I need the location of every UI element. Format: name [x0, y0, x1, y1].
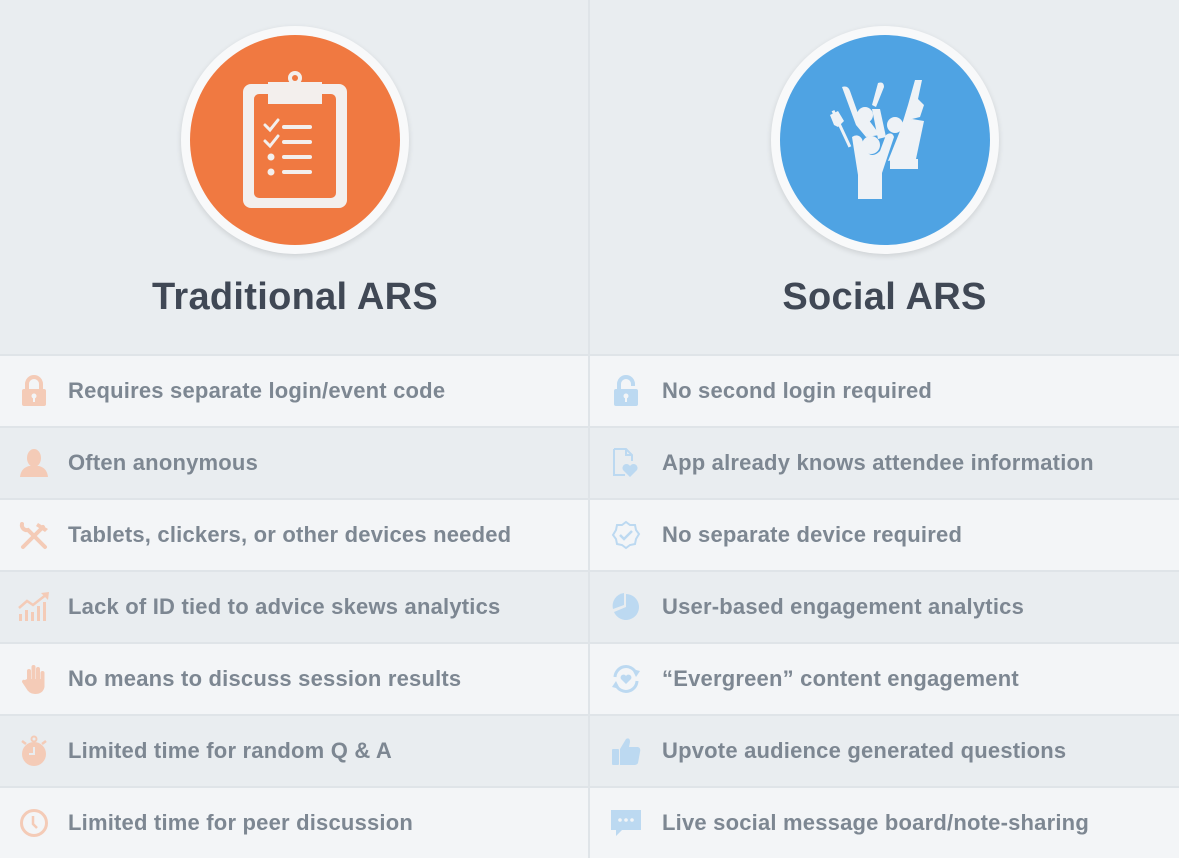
traditional-row-text: Limited time for random Q & A: [68, 738, 393, 763]
traditional-header: Traditional ARS: [0, 0, 588, 354]
document-heart-icon: [608, 445, 644, 481]
user-icon: [16, 445, 52, 481]
social-row-text: App already knows attendee information: [662, 450, 1094, 475]
thumbs-up-icon: [608, 733, 644, 769]
clock-icon: [16, 805, 52, 841]
social-row-text: No separate device required: [662, 522, 963, 547]
lock-icon: [16, 373, 52, 409]
traditional-row: Limited time for peer discussion: [0, 788, 588, 858]
social-row: Upvote audience generated questions: [590, 716, 1179, 786]
traditional-row-text: Tablets, clickers, or other devices need…: [68, 522, 512, 547]
growth-chart-icon: [16, 589, 52, 625]
traditional-row-text: Requires separate login/event code: [68, 378, 446, 403]
social-row: No second login required: [590, 356, 1179, 426]
pie-chart-icon: [608, 589, 644, 625]
social-row-text: “Evergreen” content engagement: [662, 666, 1019, 691]
traditional-row: Requires separate login/event code: [0, 356, 588, 426]
refresh-heart-icon: [608, 661, 644, 697]
social-row: No separate device required: [590, 500, 1179, 570]
clipboard-checklist-icon: [243, 71, 347, 208]
social-row: Live social message board/note-sharing: [590, 788, 1179, 858]
unlock-icon: [608, 373, 644, 409]
chat-bubble-icon: [608, 805, 644, 841]
social-row-text: User-based engagement analytics: [662, 594, 1025, 619]
social-row-text: No second login required: [662, 378, 933, 403]
traditional-title: Traditional ARS: [151, 276, 438, 318]
stopwatch-icon: [16, 733, 52, 769]
social-badge: [770, 26, 999, 254]
cheering-crowd-icon: [829, 80, 924, 199]
comparison-table: Traditional ARS Social ARS Requires sepa…: [0, 0, 1179, 858]
traditional-row: No means to discuss session results: [0, 644, 588, 714]
traditional-row: Lack of ID tied to advice skews analytic…: [0, 572, 588, 642]
traditional-badge: [181, 26, 409, 254]
traditional-row: Limited time for random Q & A: [0, 716, 588, 786]
social-title: Social ARS: [782, 276, 987, 318]
tools-icon: [16, 517, 52, 553]
traditional-row-text: Limited time for peer discussion: [68, 810, 414, 835]
social-row: User-based engagement analytics: [590, 572, 1179, 642]
traditional-row-text: Often anonymous: [68, 450, 259, 475]
social-header: Social ARS: [590, 0, 1179, 354]
social-row-text: Live social message board/note-sharing: [662, 810, 1089, 835]
social-row: App already knows attendee information: [590, 428, 1179, 498]
traditional-row: Tablets, clickers, or other devices need…: [0, 500, 588, 570]
traditional-row: Often anonymous: [0, 428, 588, 498]
social-row: “Evergreen” content engagement: [590, 644, 1179, 714]
verified-badge-icon: [608, 517, 644, 553]
raised-hand-icon: [16, 661, 52, 697]
traditional-row-text: Lack of ID tied to advice skews analytic…: [68, 594, 501, 619]
social-row-text: Upvote audience generated questions: [662, 738, 1067, 763]
traditional-row-text: No means to discuss session results: [68, 666, 462, 691]
